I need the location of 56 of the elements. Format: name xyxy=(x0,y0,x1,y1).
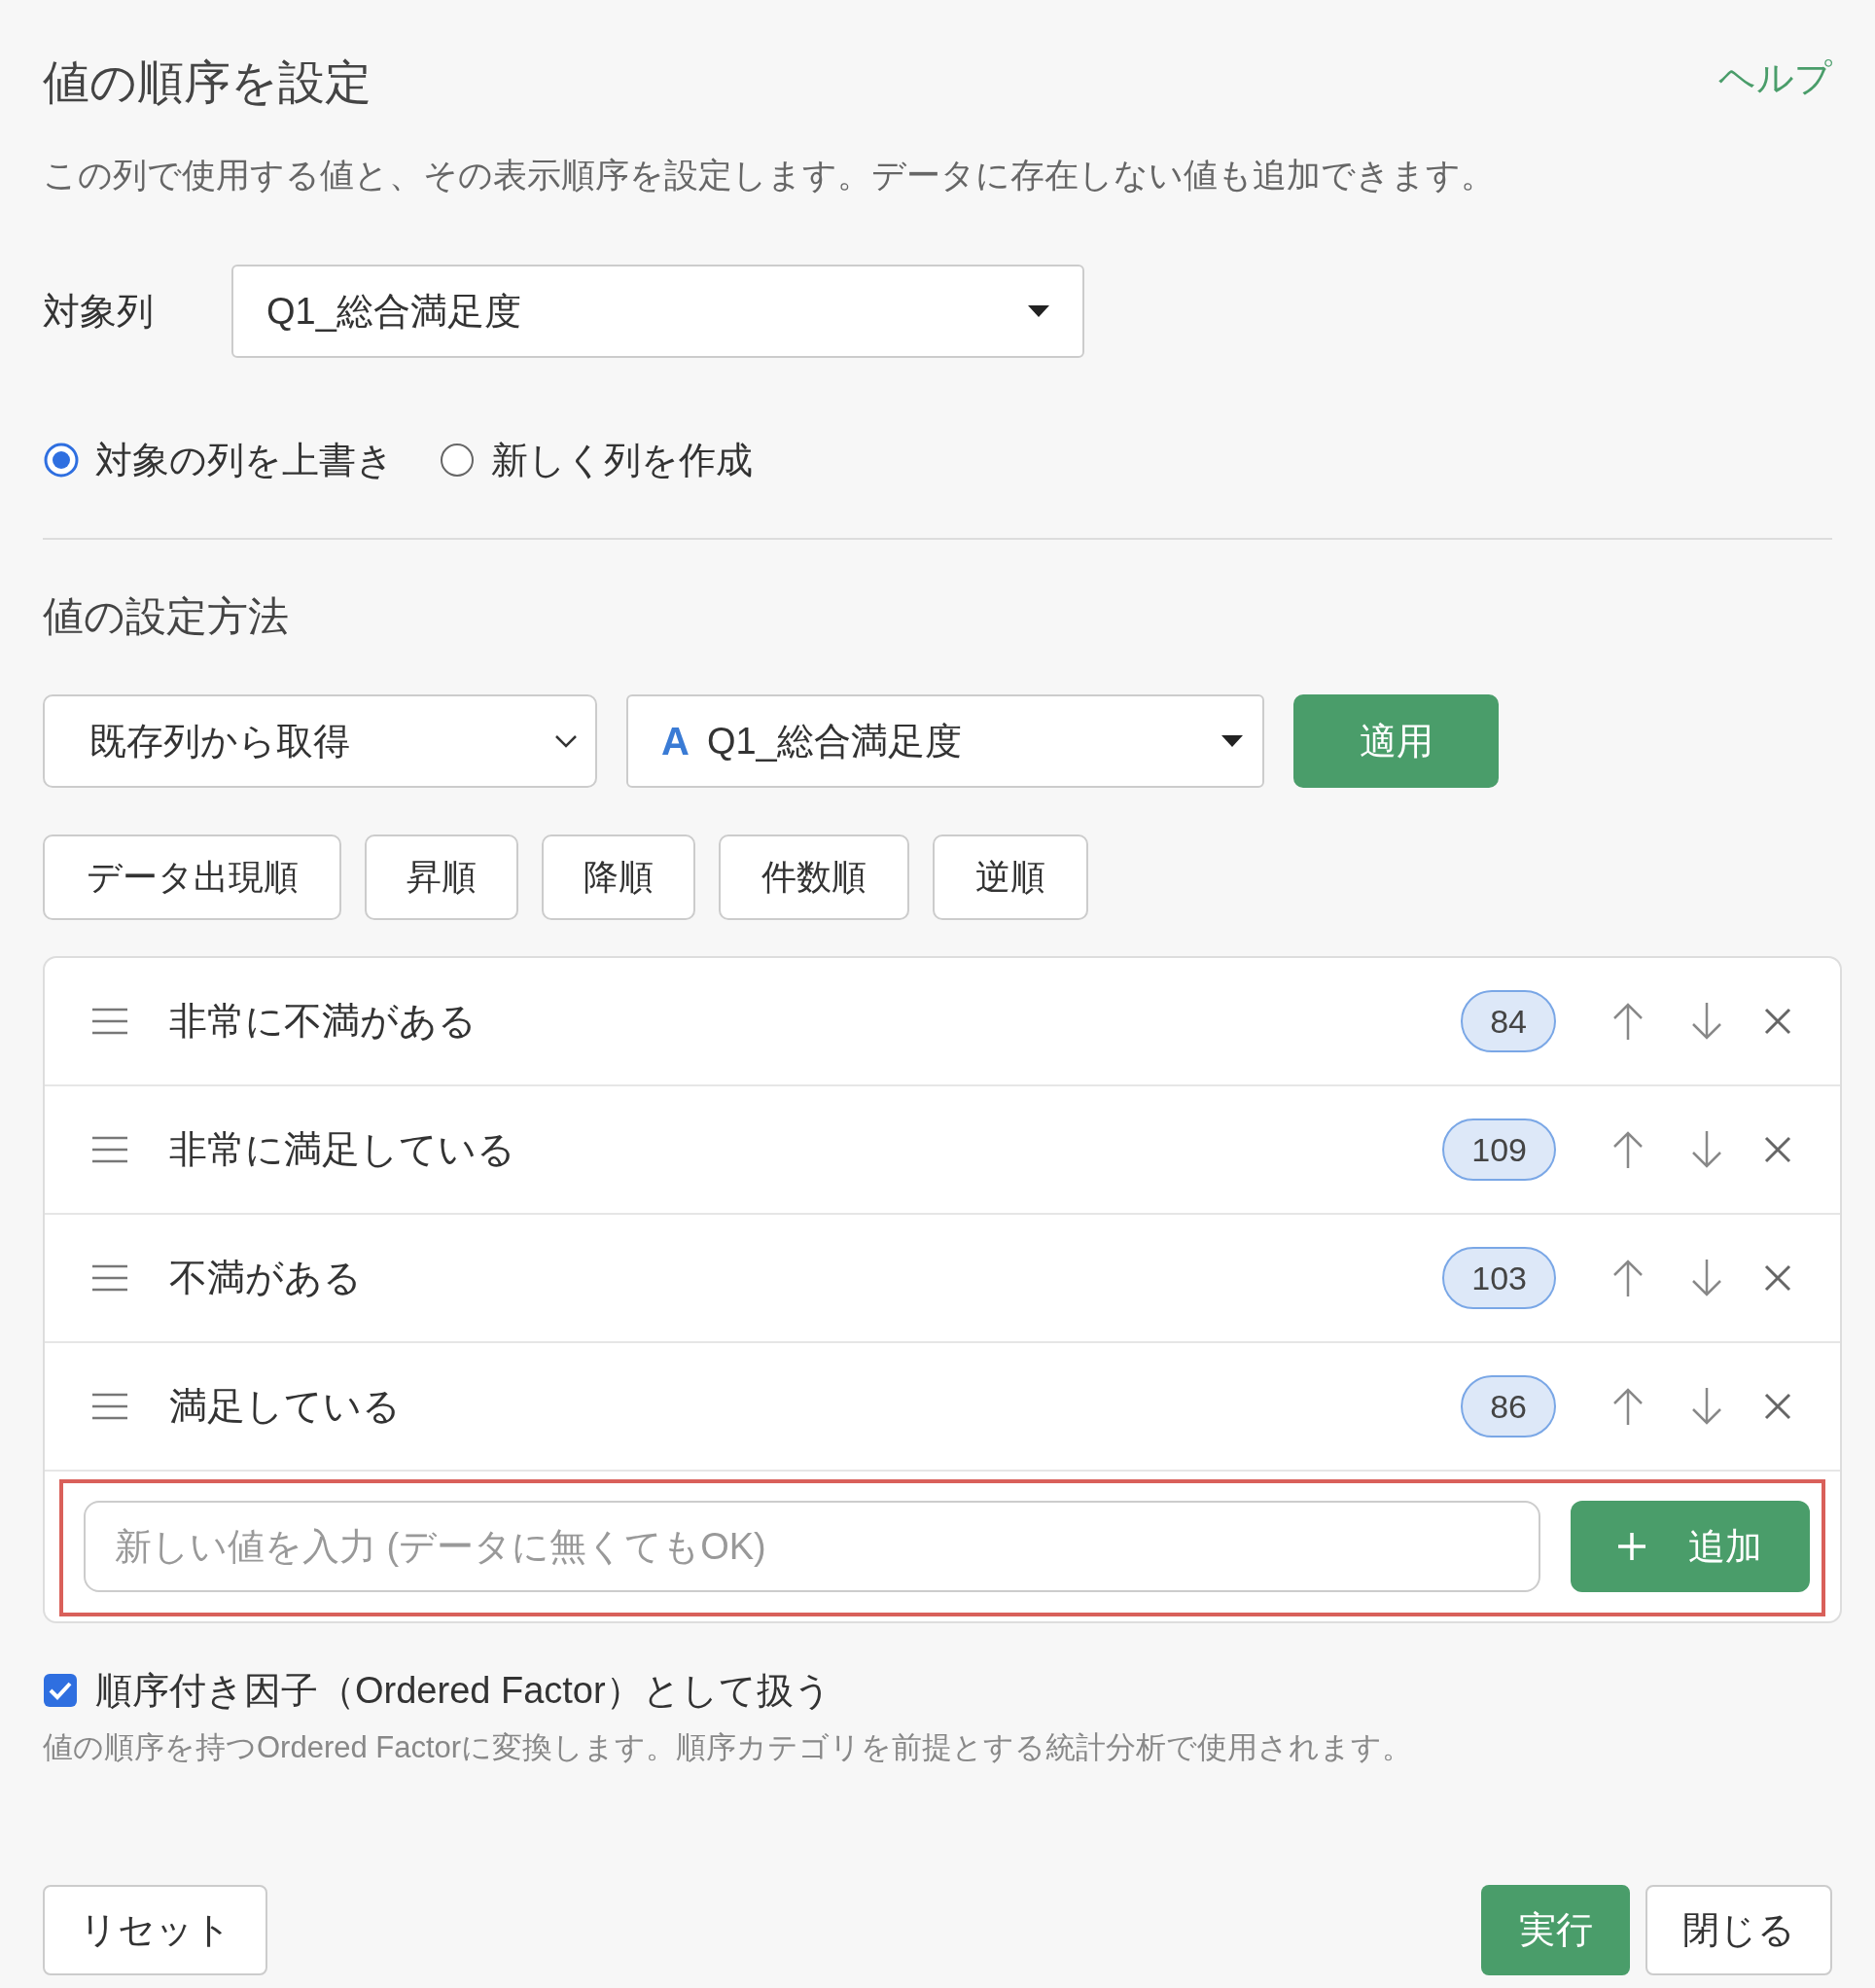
arrow-up-icon[interactable] xyxy=(1611,1130,1645,1169)
value-row[interactable]: 満足している 86 xyxy=(45,1343,1840,1472)
value-row[interactable]: 非常に満足している 109 xyxy=(45,1086,1840,1215)
value-label: 不満がある xyxy=(169,1255,363,1300)
count-badge: 86 xyxy=(1461,1375,1556,1438)
value-row[interactable]: 非常に不満がある 84 xyxy=(45,958,1840,1086)
source-select[interactable]: 既存列から取得 xyxy=(43,694,597,788)
target-column-label: 対象列 xyxy=(43,289,155,334)
checkbox-label[interactable]: 順序付き因子（Ordered Factor）として扱う xyxy=(95,1662,831,1719)
drag-handle-icon[interactable] xyxy=(91,1135,128,1164)
sort-button[interactable]: 昇順 xyxy=(365,834,518,920)
close-button[interactable]: 閉じる xyxy=(1645,1885,1832,1975)
close-icon[interactable] xyxy=(1764,1264,1791,1292)
value-row[interactable]: 不満がある 103 xyxy=(45,1215,1840,1343)
text-type-mark: A xyxy=(661,719,690,764)
drag-handle-icon[interactable] xyxy=(91,1263,128,1293)
reset-button[interactable]: リセット xyxy=(43,1885,267,1975)
description: この列で使用する値と、その表示順序を設定します。データに存在しない値も追加できます。 xyxy=(43,155,1496,195)
radio-label[interactable]: 新しく列を作成 xyxy=(491,432,753,488)
help-note: 値の順序を持つOrdered Factorに変換します。順序カテゴリを前提とする統計分析で使用されます。 xyxy=(43,1729,1414,1766)
arrow-up-icon[interactable] xyxy=(1611,1387,1645,1426)
arrow-down-icon[interactable] xyxy=(1690,1130,1723,1169)
count-badge: 109 xyxy=(1442,1118,1556,1181)
value-label: 満足している xyxy=(169,1383,402,1429)
count-badge: 103 xyxy=(1442,1247,1556,1309)
sort-button[interactable]: 降順 xyxy=(542,834,695,920)
arrow-down-icon[interactable] xyxy=(1690,1387,1723,1426)
value-label: 非常に満足している xyxy=(169,1126,516,1172)
dropdown-caret-icon xyxy=(1028,305,1049,317)
checkbox[interactable] xyxy=(43,1673,78,1708)
radio-label[interactable]: 対象の列を上書き xyxy=(95,432,394,488)
drag-handle-icon[interactable] xyxy=(91,1392,128,1421)
close-icon[interactable] xyxy=(1764,1136,1791,1163)
plus-icon xyxy=(1618,1533,1645,1560)
arrow-up-icon[interactable] xyxy=(1611,1259,1645,1297)
new-value-field[interactable]: 新しい値を入力 (データに無くてもOK) xyxy=(84,1501,1540,1592)
sort-button[interactable]: 逆順 xyxy=(933,834,1088,920)
drag-handle-icon[interactable] xyxy=(91,1007,128,1036)
sort-button[interactable]: 件数順 xyxy=(719,834,909,920)
target-column-select[interactable]: Q1_総合満足度 xyxy=(231,265,1084,358)
count-badge: 84 xyxy=(1461,990,1556,1052)
arrow-down-icon[interactable] xyxy=(1690,1259,1723,1297)
column-select[interactable]: A Q1_総合満足度 xyxy=(626,694,1264,788)
value-label: 非常に不満がある xyxy=(169,998,478,1044)
arrow-up-icon[interactable] xyxy=(1611,1002,1645,1041)
close-icon[interactable] xyxy=(1764,1393,1791,1420)
close-icon[interactable] xyxy=(1764,1008,1791,1035)
sort-button[interactable]: データ出現順 xyxy=(43,834,341,920)
column-select-value: Q1_総合満足度 xyxy=(706,719,963,763)
radio-button[interactable] xyxy=(439,442,476,479)
dialog-title: 値の順序を設定 xyxy=(43,55,371,110)
chevron-down-icon xyxy=(554,734,578,748)
arrow-down-icon[interactable] xyxy=(1690,1002,1723,1041)
section-heading: 値の設定方法 xyxy=(43,592,290,641)
dropdown-caret-icon xyxy=(1221,735,1243,747)
radio-button[interactable] xyxy=(43,442,80,479)
